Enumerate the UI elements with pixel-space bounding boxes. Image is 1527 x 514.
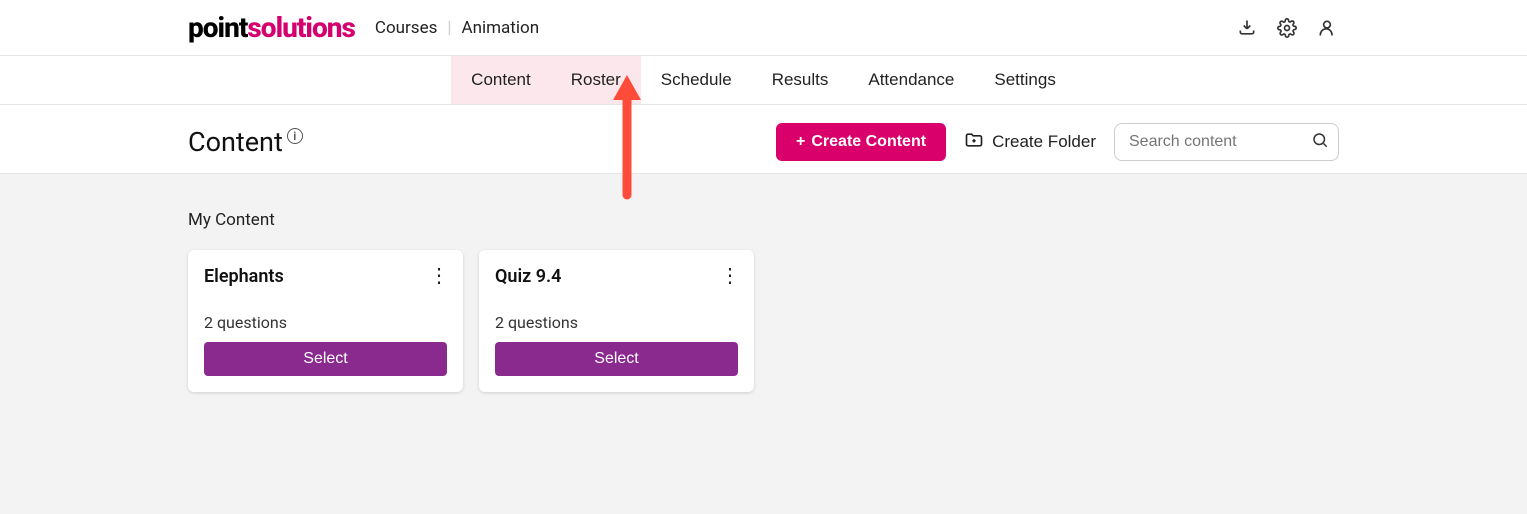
card-subtitle: 2 questions xyxy=(495,313,738,332)
card-title: Elephants xyxy=(204,266,447,287)
search-wrap xyxy=(1114,123,1339,161)
section-title: My Content xyxy=(188,210,1339,230)
content-card: ⋮ Quiz 9.4 2 questions Select xyxy=(479,250,754,392)
breadcrumb-courses[interactable]: Courses xyxy=(375,18,437,38)
create-folder-label: Create Folder xyxy=(992,132,1096,152)
content-header: Content i + Create Content Create Folder xyxy=(0,105,1527,174)
tab-roster[interactable]: Roster xyxy=(551,56,641,104)
breadcrumb: Courses | Animation xyxy=(375,18,539,38)
top-bar: pointsolutions Courses | Animation xyxy=(0,0,1527,56)
top-icons xyxy=(1235,16,1339,40)
info-icon[interactable]: i xyxy=(287,128,303,144)
tab-results[interactable]: Results xyxy=(752,56,849,104)
tabs: Content Roster Schedule Results Attendan… xyxy=(0,56,1527,105)
tab-settings[interactable]: Settings xyxy=(974,56,1075,104)
select-button[interactable]: Select xyxy=(495,342,738,376)
folder-plus-icon xyxy=(964,130,984,155)
select-button[interactable]: Select xyxy=(204,342,447,376)
breadcrumb-current: Animation xyxy=(462,18,540,38)
tab-schedule[interactable]: Schedule xyxy=(641,56,752,104)
logo-part2: solutions xyxy=(247,11,354,44)
user-icon[interactable] xyxy=(1315,16,1339,40)
cards: ⋮ Elephants 2 questions Select ⋮ Quiz 9.… xyxy=(188,250,1339,392)
page-title: Content i xyxy=(188,126,303,158)
search-input[interactable] xyxy=(1114,123,1339,161)
create-folder-button[interactable]: Create Folder xyxy=(964,130,1096,155)
main-content: My Content ⋮ Elephants 2 questions Selec… xyxy=(0,174,1527,514)
logo-part1: point xyxy=(188,11,247,44)
card-title: Quiz 9.4 xyxy=(495,266,738,287)
gear-icon[interactable] xyxy=(1275,16,1299,40)
plus-icon: + xyxy=(796,133,805,151)
card-subtitle: 2 questions xyxy=(204,313,447,332)
breadcrumb-separator: | xyxy=(447,18,451,38)
kebab-icon[interactable]: ⋮ xyxy=(425,262,453,290)
tab-content[interactable]: Content xyxy=(451,56,551,104)
page-title-text: Content xyxy=(188,126,283,158)
app-logo: pointsolutions xyxy=(188,11,355,44)
tab-attendance[interactable]: Attendance xyxy=(848,56,974,104)
create-content-label: Create Content xyxy=(811,133,926,151)
kebab-icon[interactable]: ⋮ xyxy=(716,262,744,290)
create-content-button[interactable]: + Create Content xyxy=(776,123,946,161)
actions: + Create Content Create Folder xyxy=(776,123,1339,161)
download-icon[interactable] xyxy=(1235,16,1259,40)
content-card: ⋮ Elephants 2 questions Select xyxy=(188,250,463,392)
